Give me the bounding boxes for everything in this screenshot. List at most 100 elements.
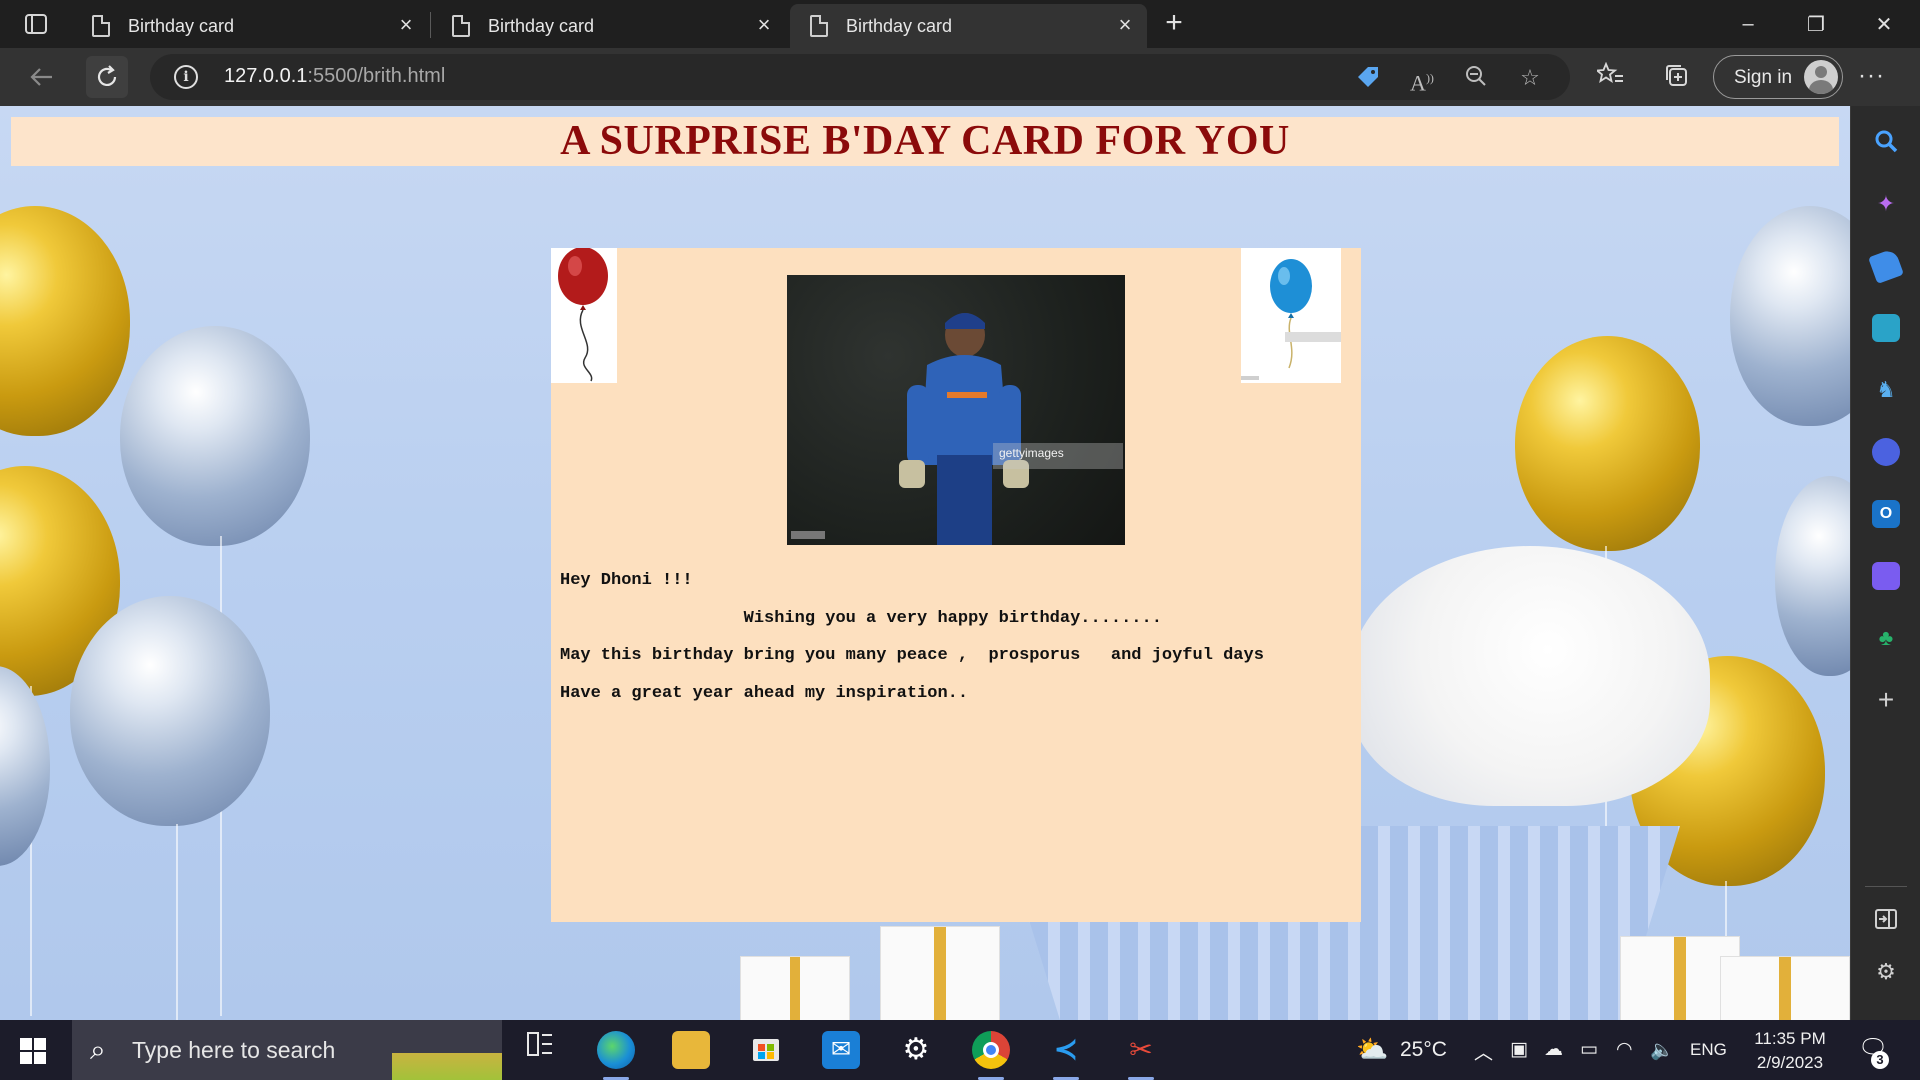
page-icon (92, 15, 110, 37)
page-title: A SURPRISE B'DAY CARD FOR YOU (560, 118, 1290, 164)
settings-more-button[interactable]: ··· (1858, 62, 1885, 90)
tab-strip: Birthday card × Birthday card × Birthday… (0, 0, 1920, 48)
close-window-button[interactable]: ✕ (1850, 0, 1918, 48)
tab-2[interactable]: Birthday card × (432, 4, 786, 48)
microsoft-store-icon[interactable] (747, 1031, 785, 1069)
clock-time: 11:35 PM (1754, 1029, 1826, 1048)
tab-actions-menu[interactable] (18, 10, 54, 38)
battery-icon[interactable]: ▭ (1580, 1038, 1598, 1061)
search-icon[interactable] (1872, 128, 1900, 156)
snipping-tool-icon[interactable]: ✂ (1122, 1031, 1160, 1080)
sign-in-label: Sign in (1734, 67, 1793, 88)
tab-3-active[interactable]: Birthday card × (790, 4, 1147, 48)
closing-line: Have a great year ahead my inspiration.. (560, 684, 969, 703)
tools-icon[interactable] (1872, 314, 1900, 342)
url-host: 127.0.0.1 (224, 65, 308, 87)
back-button[interactable] (20, 56, 62, 98)
weather-temp[interactable]: 25°C (1400, 1038, 1447, 1062)
red-balloon-image (551, 247, 617, 383)
copilot-icon[interactable]: ✦ (1872, 190, 1900, 218)
collections-icon[interactable] (1661, 62, 1691, 92)
add-favorite-icon[interactable]: ☆ (1516, 64, 1544, 92)
edge-browser-icon[interactable] (597, 1031, 635, 1080)
silver-balloon-image (1730, 206, 1850, 426)
settings-gear-icon[interactable]: ⚙ (897, 1031, 935, 1069)
gift-box-image (740, 956, 850, 1020)
tab-title: Birthday card (488, 15, 595, 36)
outlook-icon[interactable]: O (1872, 500, 1900, 528)
silver-balloon-image (120, 326, 310, 546)
tab-1[interactable]: Birthday card × (72, 4, 428, 48)
birthday-card: gettyimages Hey Dhoni !!! Wishing you a … (551, 247, 1361, 922)
notification-badge: 3 (1871, 1051, 1889, 1069)
language-indicator[interactable]: ENG (1690, 1040, 1727, 1060)
greeting-line: Hey Dhoni !!! (560, 571, 693, 590)
restore-button[interactable]: ❐ (1782, 0, 1850, 48)
page-banner: A SURPRISE B'DAY CARD FOR YOU (11, 117, 1839, 166)
sign-in-button[interactable]: Sign in (1713, 55, 1843, 99)
silver-balloon-image (1775, 476, 1850, 676)
close-tab-icon[interactable]: × (1113, 13, 1137, 37)
close-tab-icon[interactable]: × (394, 13, 418, 37)
tab-actions-icon (25, 14, 47, 34)
tab-title: Birthday card (846, 15, 953, 36)
browser-toolbar: i 127.0.0.1:5500/brith.html A)) ☆ Sign i… (0, 48, 1920, 106)
new-tab-button[interactable]: + (1158, 8, 1190, 40)
edge-sidebar: ✦ ♞ O ♣ + ⚙ (1850, 106, 1920, 1020)
tab-divider (430, 12, 431, 38)
split-screen-icon[interactable] (1872, 908, 1900, 936)
chrome-icon[interactable] (972, 1031, 1010, 1080)
refresh-button[interactable] (86, 56, 128, 98)
favorites-icon[interactable] (1594, 61, 1625, 92)
onedrive-icon[interactable]: ☁ (1544, 1038, 1563, 1061)
address-bar[interactable]: i 127.0.0.1:5500/brith.html A)) ☆ (150, 54, 1570, 100)
settings-icon[interactable]: ⚙ (1872, 958, 1900, 986)
wifi-icon[interactable]: ◠ (1616, 1038, 1633, 1061)
read-aloud-icon[interactable]: A)) (1408, 64, 1436, 95)
page-viewport: A SURPRISE B'DAY CARD FOR YOU gettyimage… (0, 106, 1850, 1020)
cupcake-frosting-image (1350, 546, 1710, 806)
blue-balloon-image (1241, 248, 1341, 383)
vscode-icon[interactable]: ≺ (1047, 1031, 1085, 1080)
url-text[interactable]: 127.0.0.1:5500/brith.html (224, 65, 445, 88)
tab-title: Birthday card (128, 15, 235, 36)
search-icon: ⌕ (90, 1034, 106, 1065)
refresh-icon (97, 65, 117, 86)
volume-icon[interactable]: 🔈 (1650, 1038, 1674, 1062)
add-icon[interactable]: + (1872, 686, 1900, 714)
file-explorer-icon[interactable] (672, 1031, 710, 1069)
office-icon[interactable] (1872, 438, 1900, 466)
sidebar-divider (1865, 886, 1907, 887)
gold-balloon-image (0, 206, 130, 436)
page-icon (452, 15, 470, 37)
search-placeholder: Type here to search (132, 1037, 336, 1063)
tree-icon[interactable]: ♣ (1872, 624, 1900, 652)
gift-box-image (1720, 956, 1850, 1020)
shopping-icon[interactable] (1868, 248, 1904, 284)
profile-avatar-icon (1804, 60, 1838, 94)
task-view-icon[interactable] (521, 1031, 559, 1069)
shopping-tag-icon[interactable] (1354, 64, 1382, 92)
clock[interactable]: 11:35 PM 2/9/2023 (1745, 1027, 1835, 1075)
designer-icon[interactable] (1872, 562, 1900, 590)
balloon-string (176, 824, 178, 1020)
meet-now-icon[interactable]: ▣ (1510, 1038, 1528, 1061)
wish-line: Wishing you a very happy birthday.......… (560, 609, 1162, 628)
minimize-button[interactable]: – (1714, 0, 1782, 48)
mail-icon[interactable]: ✉ (822, 1031, 860, 1069)
close-tab-icon[interactable]: × (752, 13, 776, 37)
message-line: May this birthday bring you many peace ,… (560, 646, 1264, 665)
show-hidden-icons[interactable]: ︿ (1474, 1038, 1493, 1065)
windows-taskbar: ⌕ Type here to search ✉ ⚙ ≺ ✂ ⛅ 25°C ︿ ▣… (0, 1020, 1920, 1080)
zoom-out-icon[interactable] (1462, 64, 1490, 92)
page-icon (810, 15, 828, 37)
taskbar-search[interactable]: ⌕ Type here to search (72, 1020, 502, 1080)
gold-balloon-image (1515, 336, 1700, 551)
clock-date: 2/9/2023 (1756, 1053, 1824, 1072)
silver-balloon-image (0, 666, 50, 866)
start-button[interactable] (20, 1038, 46, 1064)
site-info-icon[interactable]: i (174, 65, 198, 89)
games-icon[interactable]: ♞ (1872, 376, 1900, 404)
photo-watermark: gettyimages (993, 443, 1123, 469)
weather-icon[interactable]: ⛅ (1356, 1034, 1388, 1065)
